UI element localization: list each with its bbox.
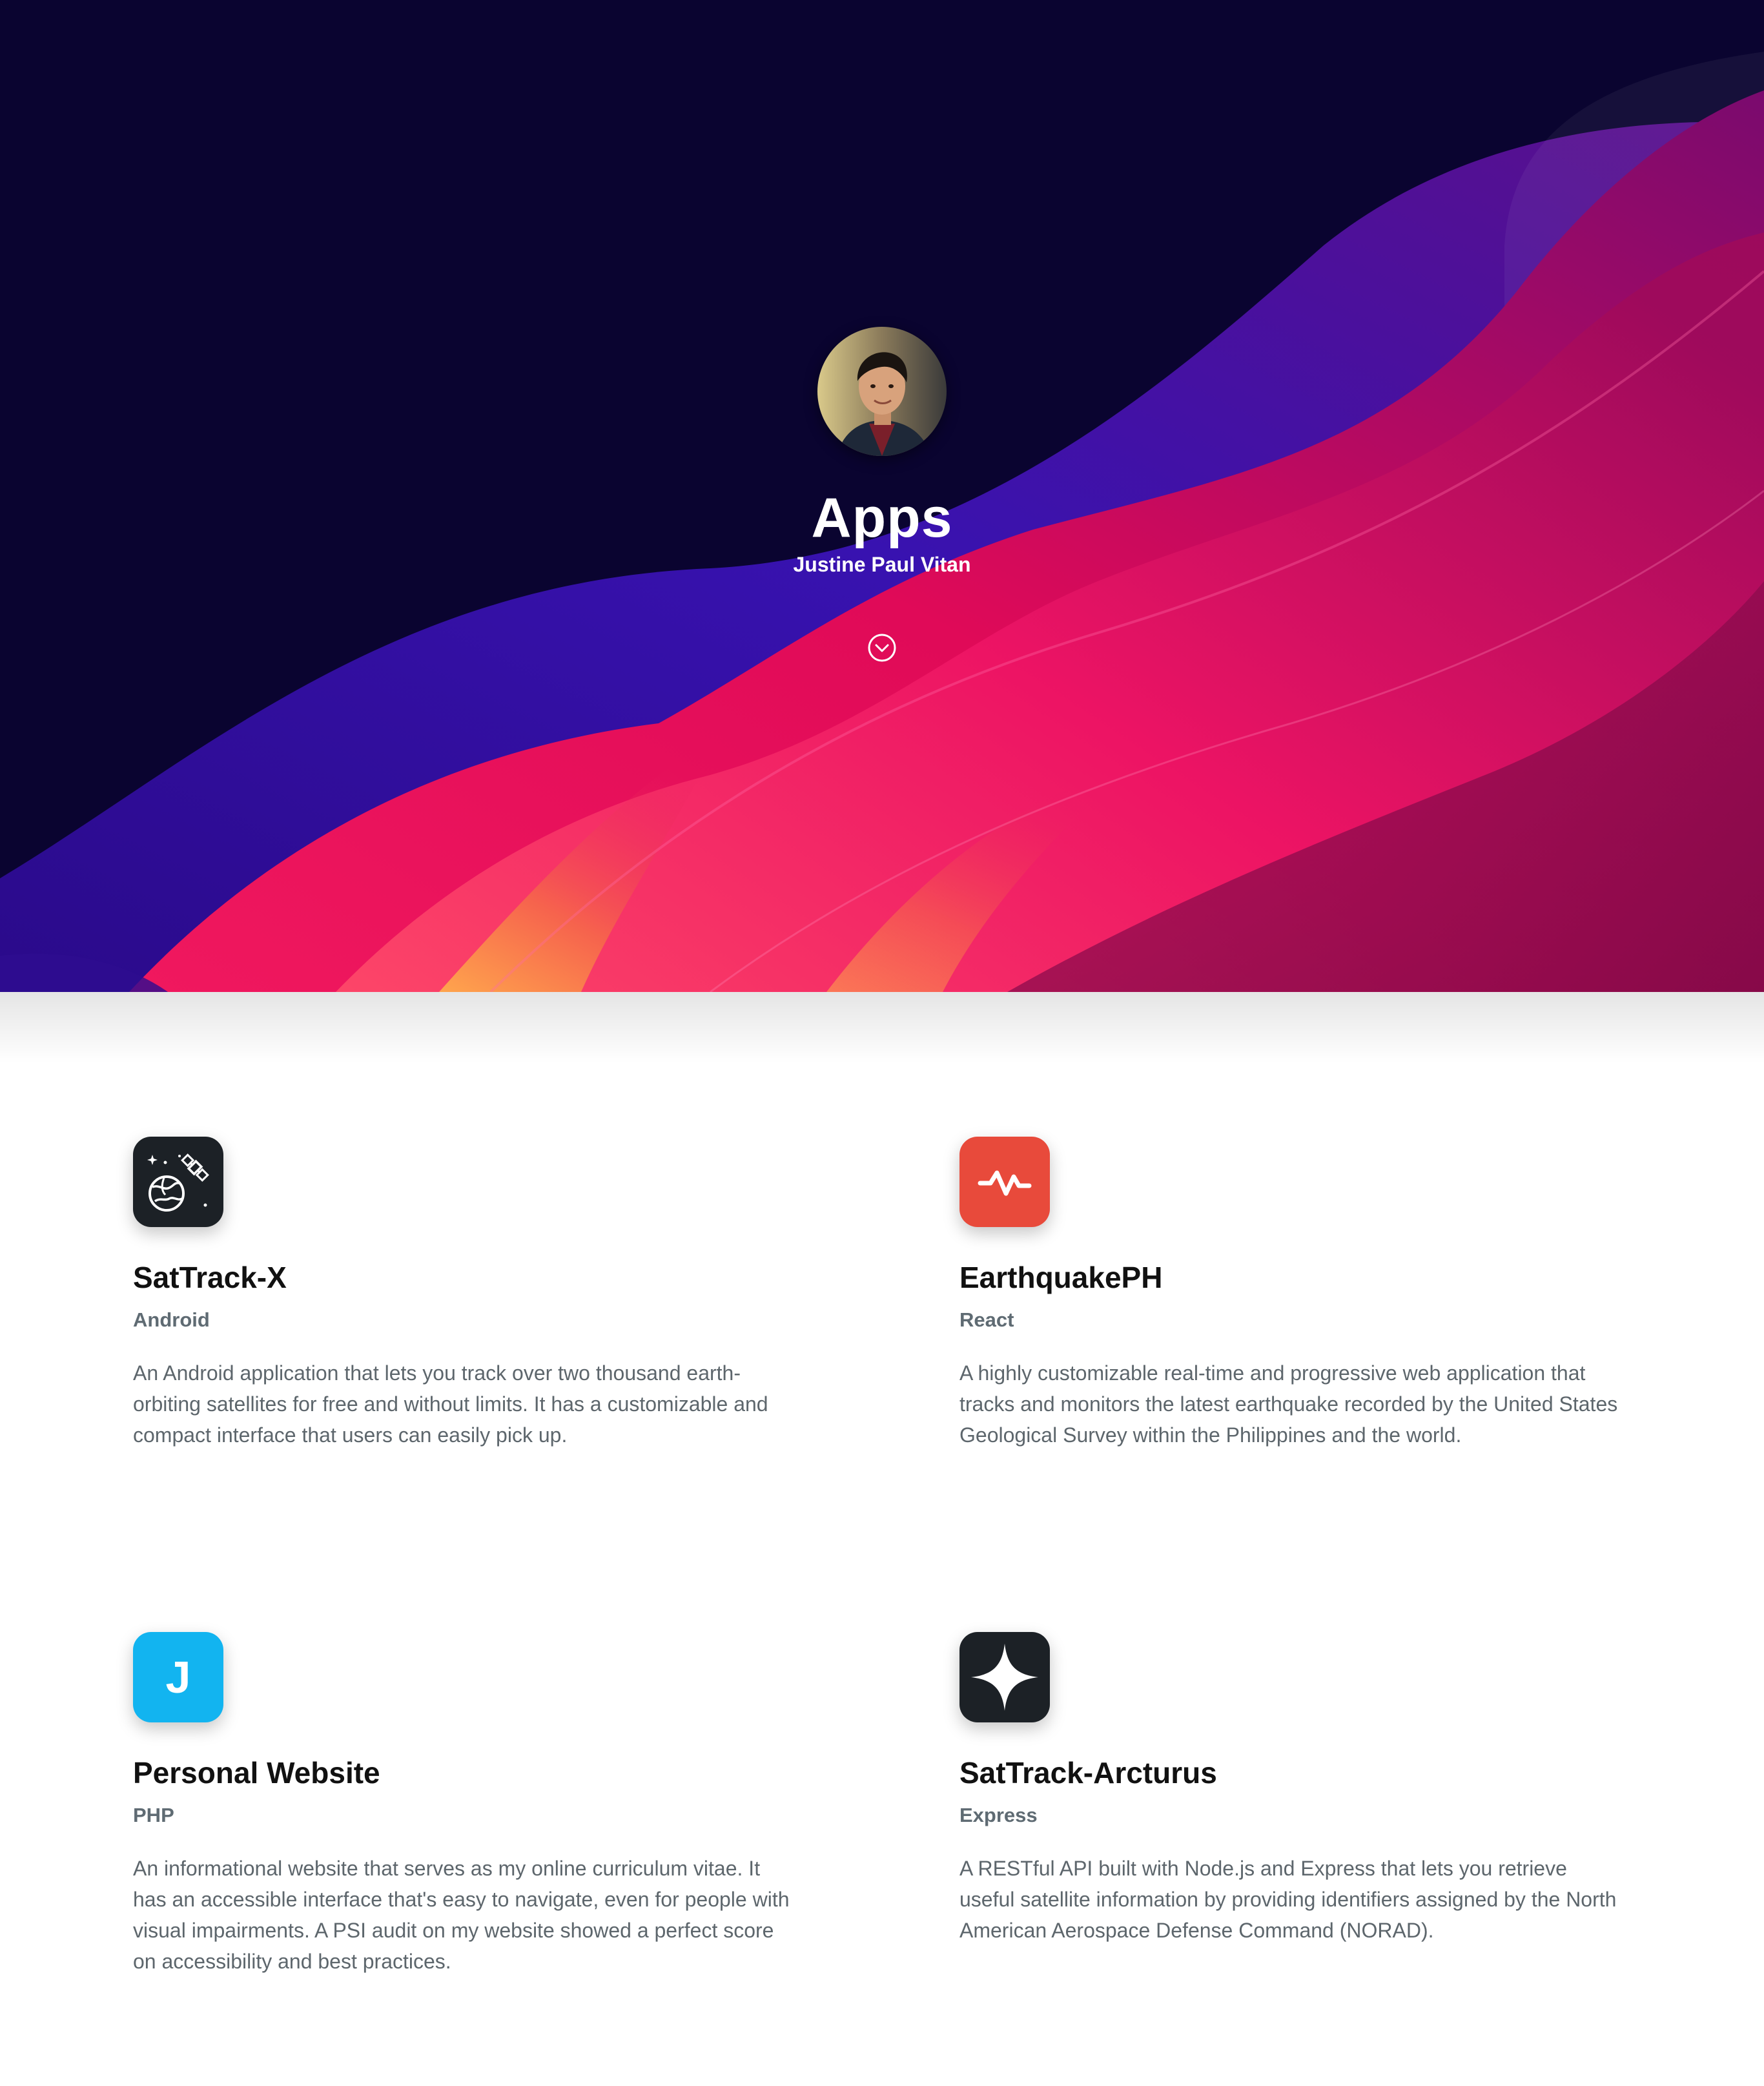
profile-avatar [817, 327, 947, 456]
earth-satellite-icon [147, 1153, 209, 1212]
app-description: An informational website that serves as … [133, 1857, 790, 1973]
app-card-earthquakeph: EarthquakePH React A highly customizable… [959, 1137, 1631, 1451]
chevron-down-circle-icon [868, 634, 896, 662]
author-name: Justine Paul Vitan [793, 553, 971, 576]
app-icon-sattrack-x[interactable] [133, 1137, 223, 1227]
app-tech-label: Express [959, 1804, 1038, 1826]
hero-shadow [0, 992, 1764, 1063]
app-icon-earthquakeph[interactable] [959, 1137, 1050, 1227]
app-tech-label: React [959, 1308, 1014, 1331]
app-title: EarthquakePH [959, 1261, 1163, 1294]
app-icon-sattrack-arcturus[interactable] [959, 1632, 1050, 1722]
letter-j-icon: J [165, 1652, 191, 1702]
page-title: Apps [811, 487, 953, 549]
app-title: SatTrack-X [133, 1261, 287, 1294]
seismograph-icon [978, 1170, 1032, 1196]
app-tech-label: Android [133, 1308, 210, 1331]
app-card-personal-website: J Personal Website PHP An informational … [133, 1632, 805, 1977]
app-description: A RESTful API built with Node.js and Exp… [959, 1857, 1617, 1942]
app-title: SatTrack-Arcturus [959, 1756, 1217, 1790]
scroll-down-button[interactable] [867, 633, 897, 663]
hero-banner: Apps Justine Paul Vitan [0, 0, 1764, 992]
app-card-sattrack-arcturus: SatTrack-Arcturus Express A RESTful API … [959, 1632, 1631, 1946]
four-point-star-icon [971, 1644, 1038, 1711]
app-tech-label: PHP [133, 1804, 174, 1826]
app-description: A highly customizable real-time and prog… [959, 1361, 1618, 1447]
app-title: Personal Website [133, 1756, 380, 1790]
app-card-sattrack-x: SatTrack-X Android An Android applicatio… [133, 1137, 805, 1451]
app-description: An Android application that lets you tra… [133, 1361, 768, 1447]
app-icon-personal-website[interactable]: J [133, 1632, 223, 1722]
